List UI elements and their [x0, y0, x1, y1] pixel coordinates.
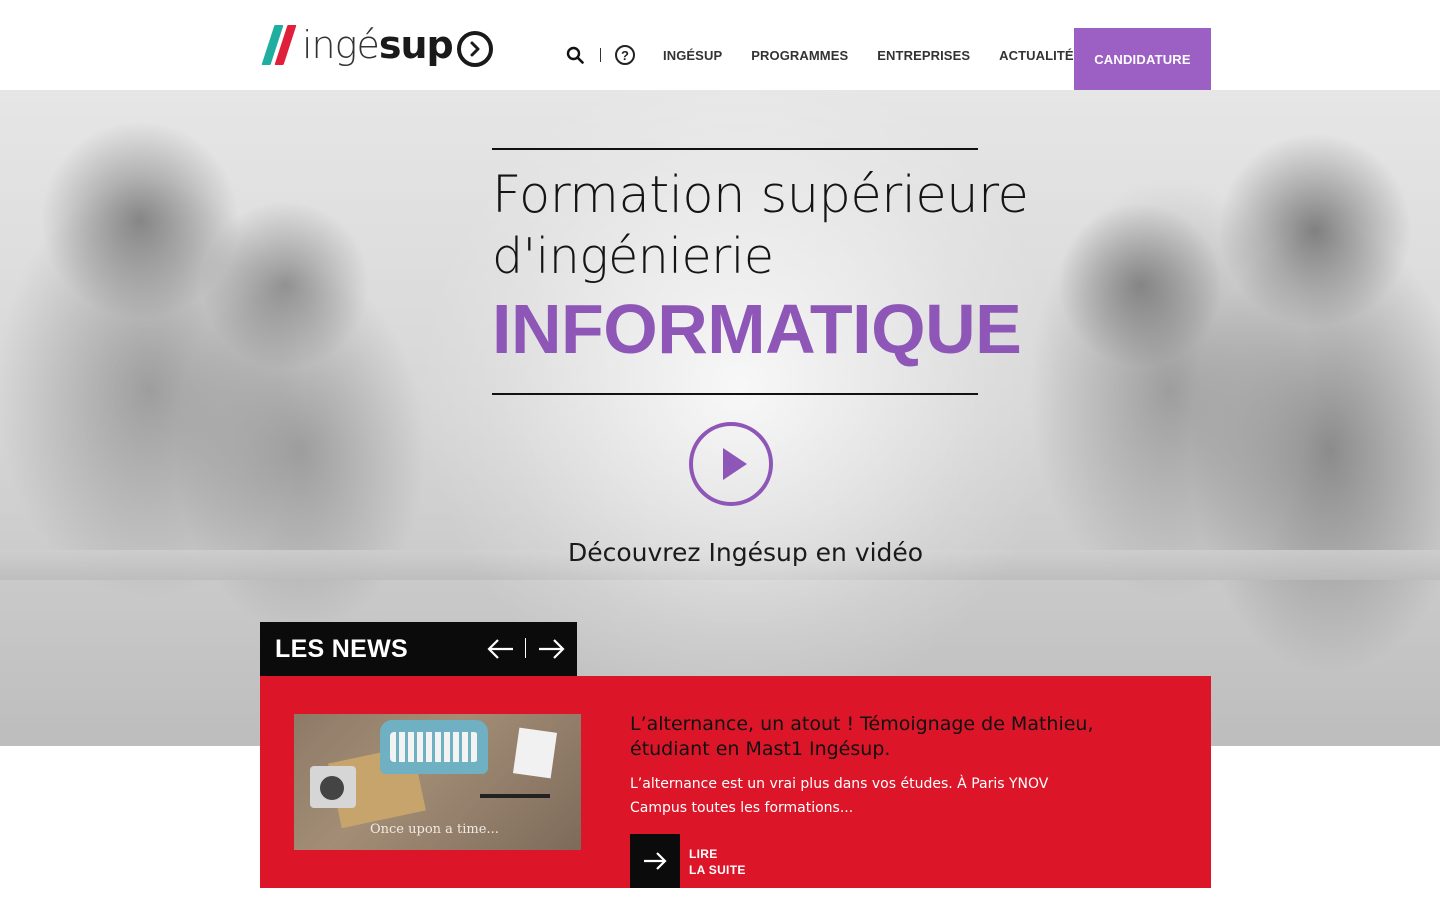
person-silhouette — [200, 200, 370, 370]
glasses-shape — [480, 794, 550, 814]
nav-item-entreprises[interactable]: ENTREPRISES — [877, 48, 970, 63]
hero-title-highlight: INFORMATIQUE — [492, 290, 1022, 368]
read-more-line1: LIRE — [689, 847, 718, 861]
person-silhouette — [1220, 130, 1410, 330]
news-section-title: LES NEWS — [275, 635, 408, 663]
thumbnail-caption: Once upon a time... — [370, 822, 499, 837]
logo-wordmark: ingé sup — [302, 23, 454, 67]
news-header: LES NEWS — [260, 622, 577, 676]
hero-title-line1: Formation supérieure — [492, 166, 1029, 225]
news-thumbnail[interactable]: Once upon a time... — [294, 714, 581, 850]
news-arrows-divider — [525, 638, 526, 658]
arrow-right-icon — [644, 852, 667, 870]
candidature-button[interactable]: CANDIDATURE — [1074, 28, 1211, 90]
news-excerpt: L’alternance est un vrai plus dans vos é… — [630, 776, 1049, 816]
arrow-left-icon[interactable] — [486, 636, 516, 662]
person-silhouette — [1060, 200, 1220, 370]
read-more-button[interactable] — [630, 834, 680, 888]
help-icon[interactable]: ? — [615, 45, 635, 65]
nav-item-programmes[interactable]: PROGRAMMES — [751, 48, 848, 63]
search-icon[interactable] — [564, 44, 586, 66]
hero-banner: Formation supérieure d'ingénierie INFORM… — [0, 90, 1440, 746]
logo-mark-icon — [261, 25, 297, 65]
read-more-label[interactable]: LIRE LA SUITE — [689, 846, 746, 878]
play-icon — [723, 448, 747, 480]
hero-title-line2: d'ingénierie — [492, 228, 774, 285]
nav-divider — [600, 48, 601, 62]
logo-text-bold: sup — [378, 23, 454, 67]
paper-shape — [512, 727, 558, 779]
arrow-right-icon[interactable] — [536, 636, 566, 662]
site-header: ingé sup ? INGÉSUP PROGRAMMES ENTREPRISES… — [0, 0, 1440, 90]
play-video-button[interactable] — [689, 422, 773, 506]
nav-item-actualites[interactable]: ACTUALITÉS — [999, 48, 1082, 63]
site-logo[interactable]: ingé sup — [261, 22, 493, 68]
logo-chevron-icon — [456, 31, 493, 67]
camera-shape — [310, 766, 356, 808]
news-card: Once upon a time... L’alternance, un ato… — [260, 676, 1211, 888]
nav-item-ingesup[interactable]: INGÉSUP — [663, 48, 722, 63]
video-link-label[interactable]: Découvrez Ingésup en vidéo — [568, 538, 923, 567]
hero-rule-top — [492, 148, 978, 150]
typewriter-shape — [380, 720, 488, 774]
main-nav: ? INGÉSUP PROGRAMMES ENTREPRISES ACTUALI… — [564, 28, 1111, 82]
read-more-line2: LA SUITE — [689, 863, 746, 877]
news-headline[interactable]: L’alternance, un atout ! Témoignage de M… — [630, 712, 1100, 762]
logo-text-light: ingé — [302, 23, 380, 67]
nav-links: INGÉSUP PROGRAMMES ENTREPRISES ACTUALITÉ… — [663, 48, 1111, 63]
hero-rule-bottom — [492, 393, 978, 395]
